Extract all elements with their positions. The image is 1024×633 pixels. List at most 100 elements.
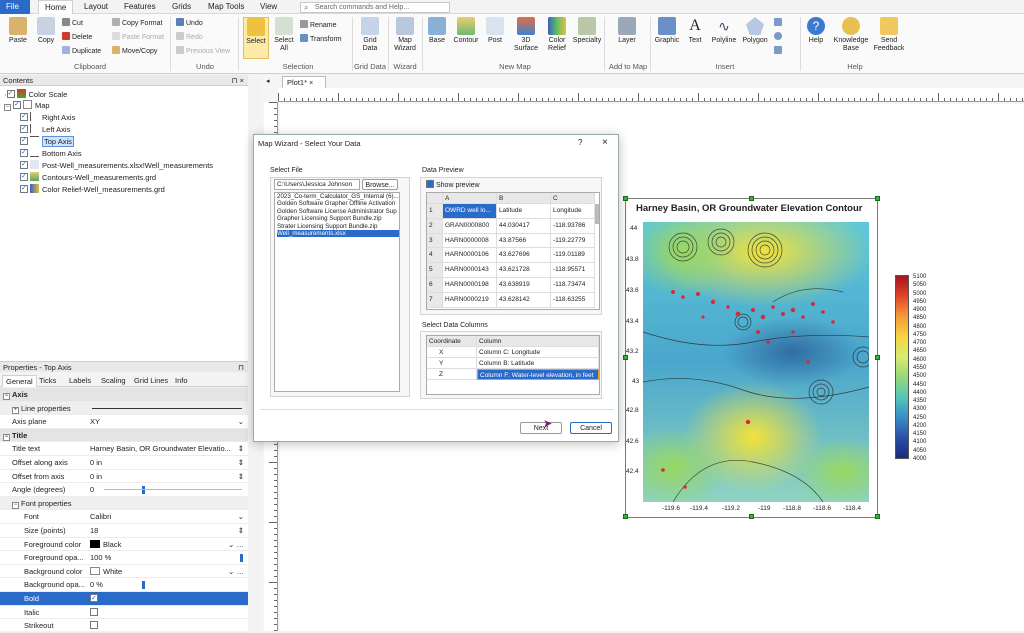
foreground-opacity-row[interactable]: Foreground opa... 100 % — [0, 551, 248, 565]
close-icon[interactable]: × — [602, 137, 608, 148]
section-axis[interactable]: − Axis — [0, 388, 248, 402]
grid-cell[interactable]: -119.01189 — [551, 248, 595, 264]
strikeout-checkbox[interactable] — [90, 621, 98, 630]
menu-layout[interactable]: Layout — [78, 0, 114, 14]
slider-thumb[interactable] — [240, 554, 243, 563]
file-item[interactable]: 2023_Co-term_Calculator_GS_Internal (6).… — [277, 193, 399, 200]
tab-scroll-left-icon[interactable]: ◂ — [266, 77, 270, 85]
tab-info[interactable]: Info — [172, 375, 191, 386]
grid-cell[interactable]: 43.638919 — [497, 278, 551, 293]
grid-cell[interactable]: 43.627696 — [497, 248, 551, 264]
grid-cell[interactable]: HARN0000219 — [443, 292, 497, 308]
file-item[interactable]: Grapher Licensing Support Bundle.zip — [277, 215, 399, 222]
browse-button[interactable]: Browse... — [362, 179, 398, 190]
grid-cell[interactable]: HARN0000106 — [443, 248, 497, 264]
checkbox[interactable] — [20, 135, 28, 146]
polyline-button[interactable]: ∿ Polyline — [708, 17, 740, 45]
background-opacity-row[interactable]: Background opa... 0 % — [0, 578, 248, 592]
checkbox[interactable] — [20, 147, 28, 158]
color-scale-bar[interactable] — [895, 275, 909, 459]
copy-format-button[interactable]: Copy Format — [112, 18, 162, 28]
spin-icon[interactable]: ⇕ — [238, 456, 244, 469]
resize-handle[interactable] — [875, 196, 880, 201]
slider-thumb[interactable] — [142, 486, 145, 495]
tree-item-right-axis[interactable]: Right Axis — [20, 111, 75, 123]
italic-row[interactable]: Italic — [0, 606, 248, 620]
resize-handle[interactable] — [749, 196, 754, 201]
resize-handle[interactable] — [623, 196, 628, 201]
checkbox[interactable] — [20, 111, 28, 122]
tab-scaling[interactable]: Scaling — [98, 375, 129, 386]
resize-handle[interactable] — [623, 355, 628, 360]
transform-button[interactable]: Transform — [300, 34, 342, 44]
send-feedback-button[interactable]: Send Feedback — [872, 17, 906, 53]
menu-grids[interactable]: Grids — [166, 0, 197, 14]
graphic-button[interactable]: Graphic — [652, 17, 682, 45]
collapse-icon[interactable]: − — [12, 501, 19, 509]
tab-ticks[interactable]: Ticks — [36, 375, 59, 386]
copy-button[interactable]: Copy — [34, 17, 58, 45]
spin-icon[interactable]: ⇕ — [238, 470, 244, 483]
offset-along-row[interactable]: Offset along axis 0 in ⇕ — [0, 456, 248, 470]
search-input[interactable]: ⌕ Search commands and Help... — [300, 2, 450, 13]
color-relief-map[interactable] — [643, 222, 869, 502]
pin-icon[interactable]: ⊓ — [238, 362, 244, 373]
resize-handle[interactable] — [623, 514, 628, 519]
tab-plot1[interactable]: Plot1* × — [282, 76, 326, 88]
angle-row[interactable]: Angle (degrees) 0 — [0, 483, 248, 497]
previous-view-button[interactable]: Previous View — [176, 46, 230, 56]
tree-item-map[interactable]: − Map — [4, 99, 50, 111]
grid-cell[interactable]: -118.93786 — [551, 218, 595, 234]
show-preview-checkbox[interactable] — [426, 178, 434, 188]
grid-cell[interactable]: 43.87566 — [497, 233, 551, 249]
knowledge-base-button[interactable]: Knowledge Base — [830, 17, 872, 53]
row-number[interactable]: 7 — [427, 292, 443, 308]
polygon-button[interactable]: Polygon — [740, 17, 770, 45]
line-properties-row[interactable]: + Line properties — [0, 401, 248, 416]
preview-grid[interactable]: A B C 1 OWRD well lo... Latitude Longitude 2… — [426, 192, 600, 310]
tree-item-left-axis[interactable]: Left Axis — [20, 123, 70, 135]
font-row[interactable]: Font Calibri ⌄ — [0, 510, 248, 524]
grid-cell[interactable]: OWRD well lo... — [443, 204, 497, 219]
row-number[interactable]: 6 — [427, 278, 443, 293]
contour-map-button[interactable]: Contour — [452, 17, 480, 45]
file-item-selected[interactable]: Well_measurements.xlsx — [277, 230, 399, 238]
file-list[interactable]: 2023_Co-term_Calculator_GS_Internal (6).… — [274, 192, 400, 392]
tree-item-top-axis[interactable]: Top Axis — [20, 135, 74, 147]
paste-button[interactable]: Paste — [6, 17, 30, 45]
grid-cell[interactable]: Longitude — [551, 204, 595, 219]
columns-grid[interactable]: Coordinate Column X Column C: Longitude … — [426, 335, 600, 395]
cancel-button[interactable]: Cancel — [570, 422, 612, 434]
post-map-button[interactable]: Post — [484, 17, 506, 45]
resize-handle[interactable] — [749, 514, 754, 519]
tab-grid-lines[interactable]: Grid Lines — [131, 375, 171, 386]
column-header[interactable]: A — [443, 193, 497, 204]
menu-view[interactable]: View — [254, 0, 283, 14]
section-title[interactable]: − Title — [0, 428, 248, 443]
checkbox[interactable] — [6, 88, 15, 99]
grid-data-button[interactable]: Grid Data — [356, 17, 384, 53]
coord-z-column-dropdown[interactable]: Column F: Water-level elevation, in feet — [477, 369, 599, 380]
chevron-down-icon[interactable]: ⌄ … — [228, 565, 244, 578]
move-copy-button[interactable]: Move/Copy — [112, 46, 157, 56]
layer-button[interactable]: Layer — [612, 17, 642, 45]
chevron-down-icon[interactable]: ⌄ — [238, 510, 244, 523]
chevron-down-icon[interactable]: ⌄ — [238, 415, 244, 428]
size-row[interactable]: Size (points) 18 ⇕ — [0, 524, 248, 538]
column-header[interactable]: B — [497, 193, 551, 204]
tree-item-post[interactable]: Post-Well_measurements.xlsx!Well_measure… — [20, 159, 213, 171]
coord-y-column[interactable]: Column B: Latitude — [477, 358, 599, 369]
slider-track[interactable] — [104, 489, 242, 491]
spin-icon[interactable]: ⇕ — [238, 442, 244, 455]
title-text-row[interactable]: Title text Harney Basin, OR Groundwater E… — [0, 442, 248, 456]
scrollbar-thumb[interactable] — [595, 204, 599, 224]
spin-icon[interactable]: ⇕ — [238, 524, 244, 537]
grid-cell[interactable]: HARN0000008 — [443, 233, 497, 249]
file-item[interactable]: Strater Licensing Support Bundle.zip — [277, 223, 399, 230]
tree-item-bottom-axis[interactable]: Bottom Axis — [20, 147, 82, 159]
grid-cell[interactable]: 43.621728 — [497, 263, 551, 278]
grid-cell[interactable]: Latitude — [497, 204, 551, 219]
insert-symbol-button[interactable] — [774, 46, 784, 56]
bold-checkbox[interactable] — [90, 592, 98, 605]
row-number[interactable]: 4 — [427, 248, 443, 264]
